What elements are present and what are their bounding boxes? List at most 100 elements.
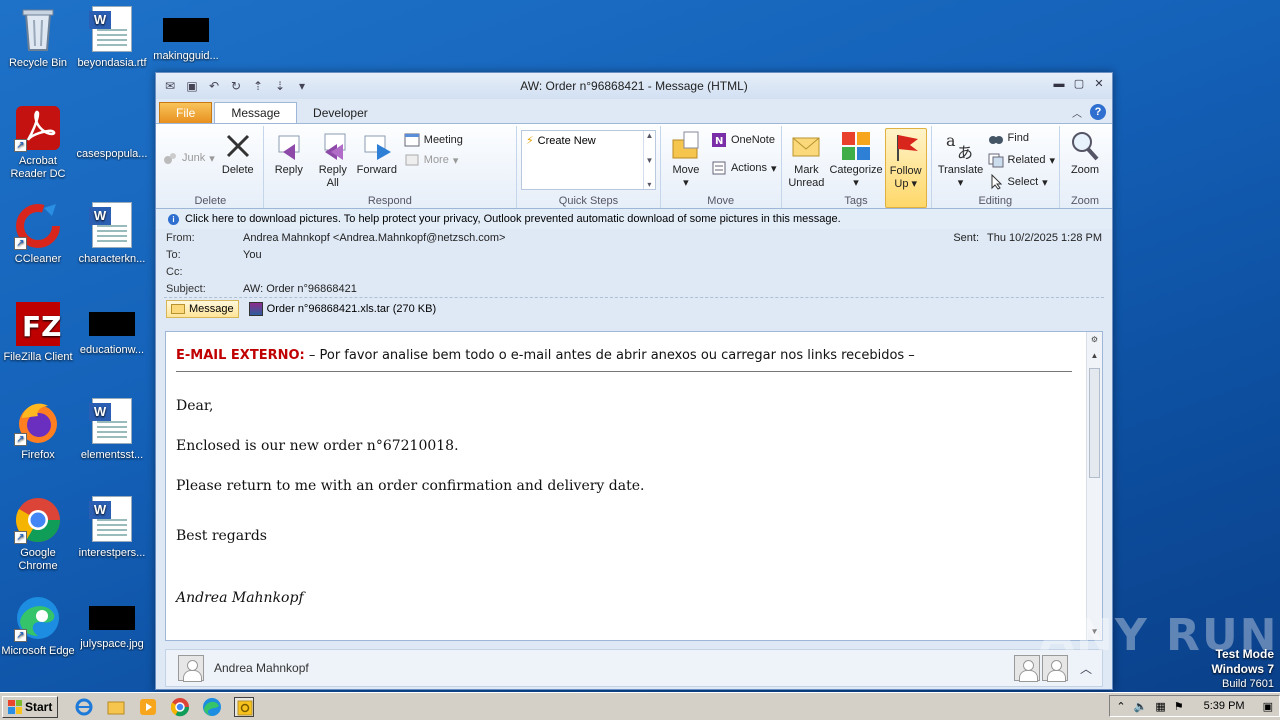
clock[interactable]: 5:39 PM	[1204, 700, 1245, 712]
desktop-icon-julyspace[interactable]: julyspace.jpg	[74, 594, 150, 651]
actions-button[interactable]: Actions ▾	[711, 160, 777, 176]
sent-value: Thu 10/2/2025 1:28 PM	[987, 231, 1102, 244]
related-button[interactable]: Related ▾	[988, 152, 1055, 168]
up-arrow-icon[interactable]: ⇡	[250, 79, 266, 93]
internet-explorer-icon[interactable]	[74, 697, 94, 717]
edge-icon[interactable]	[202, 697, 222, 717]
scroll-thumb[interactable]	[1089, 368, 1100, 478]
save-icon[interactable]: ▣	[184, 79, 200, 93]
outlook-taskbar-icon[interactable]	[234, 696, 255, 717]
maximize-icon[interactable]: ▢	[1072, 77, 1086, 91]
meeting-button[interactable]: Meeting	[404, 132, 463, 148]
junk-button[interactable]: Junk ▾	[162, 150, 215, 166]
ribbon-group-tags: Mark Unread Categorize ▾ Follow Up ▾ Tags	[782, 126, 932, 208]
actions-icon	[711, 160, 727, 176]
mark-unread-icon	[790, 130, 822, 162]
sender-avatar	[178, 655, 204, 682]
forward-icon	[361, 130, 393, 162]
desktop-icon-label: julyspace.jpg	[80, 638, 144, 650]
help-icon[interactable]: ?	[1090, 104, 1106, 120]
from-value[interactable]: Andrea Mahnkopf <Andrea.Mahnkopf@netzsch…	[243, 232, 506, 244]
quick-steps-scroll[interactable]: ▲ ▼ ▾	[642, 131, 655, 189]
show-desktop-icon[interactable]: ▣	[1263, 700, 1273, 713]
expand-people-pane-icon[interactable]: ︿	[1080, 660, 1092, 677]
down-arrow-icon[interactable]: ⇣	[272, 79, 288, 93]
desktop-icon-elementsst[interactable]: W elementsst...	[74, 398, 150, 462]
download-pictures-infobar[interactable]: i Click here to download pictures. To he…	[156, 209, 1112, 229]
desktop-icon-interestpers[interactable]: W interestpers...	[74, 496, 150, 560]
ribbon-group-quick-steps: ⚡ Create New ▲ ▼ ▾ Quick Steps	[517, 126, 661, 208]
collapse-ribbon-icon[interactable]: ︿	[1072, 105, 1082, 120]
people-pane-name[interactable]: Andrea Mahnkopf	[214, 661, 309, 675]
delete-label: Delete	[221, 164, 254, 176]
tab-file[interactable]: File	[159, 102, 213, 123]
desktop-icon-label: Recycle Bin	[8, 57, 68, 69]
group-label: Editing	[978, 195, 1013, 207]
find-button[interactable]: Find	[988, 130, 1055, 146]
scroll-up-icon[interactable]: ▲	[1087, 348, 1102, 364]
quick-step-create-new[interactable]: ⚡ Create New	[522, 131, 655, 150]
tab-message[interactable]: Message	[214, 102, 298, 123]
start-button[interactable]: Start	[2, 695, 59, 718]
svg-text:FZ: FZ	[22, 310, 61, 343]
desktop-icon-filezilla[interactable]: FZ FileZilla Client	[0, 300, 76, 364]
desktop-icon-acrobat[interactable]: ↗ Acrobat Reader DC	[0, 104, 76, 181]
desktop-icon-label: beyondasia.rtf	[77, 57, 147, 69]
shortcut-arrow-icon: ↗	[14, 433, 27, 446]
desktop-icon-characterkn[interactable]: W characterkn...	[74, 202, 150, 266]
desktop-icon-makingguid[interactable]: makingguid...	[148, 6, 224, 63]
file-explorer-icon[interactable]	[106, 697, 126, 717]
speaker-icon[interactable]: 🔈	[1134, 700, 1148, 713]
tray-expand-icon[interactable]: ⌃	[1116, 700, 1125, 713]
more-respond-button[interactable]: More ▾	[404, 152, 463, 168]
desktop-icon-beyondasia[interactable]: W beyondasia.rtf	[74, 6, 150, 70]
desktop-icon-educationw[interactable]: educationw...	[74, 300, 150, 357]
svg-text:a: a	[946, 131, 956, 150]
onenote-button[interactable]: N OneNote	[711, 132, 777, 148]
word-document-icon: W	[88, 398, 136, 446]
desktop-icon-firefox[interactable]: ↗ Firefox	[0, 398, 76, 462]
flag-tray-icon[interactable]: ⚑	[1174, 700, 1184, 713]
file-icon	[89, 116, 135, 140]
ribbon-group-move: Move ▾ N OneNote Actions ▾ Move	[661, 126, 782, 208]
attachment-bar: Message Order n°96868421.xls.tar (270 KB…	[164, 297, 1104, 319]
desktop-icon-label: casespopula...	[76, 148, 148, 160]
chrome-icon[interactable]	[170, 697, 190, 717]
ribbon-group-zoom: Zoom Zoom	[1060, 126, 1110, 208]
to-value[interactable]: You	[243, 249, 262, 261]
translate-icon: aあ	[945, 130, 977, 162]
quick-steps-gallery[interactable]: ⚡ Create New ▲ ▼ ▾	[520, 130, 656, 190]
attachment-item[interactable]: Order n°96868421.xls.tar (270 KB)	[245, 300, 441, 318]
svg-text:N: N	[715, 136, 723, 147]
system-tray: ⌃ 🔈 ▦ ⚑ 5:39 PM ▣	[1109, 695, 1280, 717]
minimize-icon[interactable]: ▬	[1052, 77, 1066, 91]
redo-icon[interactable]: ↻	[228, 79, 244, 93]
select-button[interactable]: Select ▾	[988, 173, 1055, 190]
svg-text:あ: あ	[957, 143, 973, 162]
shortcut-arrow-icon: ↗	[14, 139, 27, 152]
meeting-label: Meeting	[423, 134, 463, 146]
message-body[interactable]: E-MAIL EXTERNO: – Por favor analise bem …	[165, 331, 1103, 641]
close-icon[interactable]: ✕	[1092, 77, 1106, 91]
test-mode-notice: Test Mode Windows 7 Build 7601	[1211, 647, 1274, 692]
undo-icon[interactable]: ↶	[206, 79, 222, 93]
media-player-icon[interactable]	[138, 697, 158, 717]
desktop-icon-edge[interactable]: ↗ Microsoft Edge	[0, 594, 76, 658]
body-scrollbar[interactable]: ⚙ ▲ ▼	[1086, 332, 1102, 640]
customize-qat-icon[interactable]: ▾	[294, 79, 310, 93]
network-icon[interactable]: ▦	[1155, 700, 1165, 713]
categorize-label: Categorize	[829, 164, 883, 176]
related-label: Related	[1007, 154, 1046, 166]
delete-x-icon	[222, 130, 254, 162]
contact-avatar[interactable]	[1013, 655, 1040, 682]
message-body-tab[interactable]: Message	[166, 299, 239, 318]
tab-developer[interactable]: Developer	[297, 103, 384, 123]
desktop-icon-chrome[interactable]: ↗ Google Chrome	[0, 496, 76, 573]
desktop-icon-casespopula[interactable]: casespopula...	[74, 104, 150, 161]
message-tab-label: Message	[189, 302, 234, 315]
scroll-settings-icon[interactable]: ⚙	[1087, 332, 1102, 348]
binoculars-icon	[988, 130, 1004, 146]
desktop-icon-recycle-bin[interactable]: Recycle Bin	[0, 6, 76, 70]
magnifier-icon	[1069, 130, 1101, 162]
desktop-icon-ccleaner[interactable]: ↗ CCleaner	[0, 202, 76, 266]
